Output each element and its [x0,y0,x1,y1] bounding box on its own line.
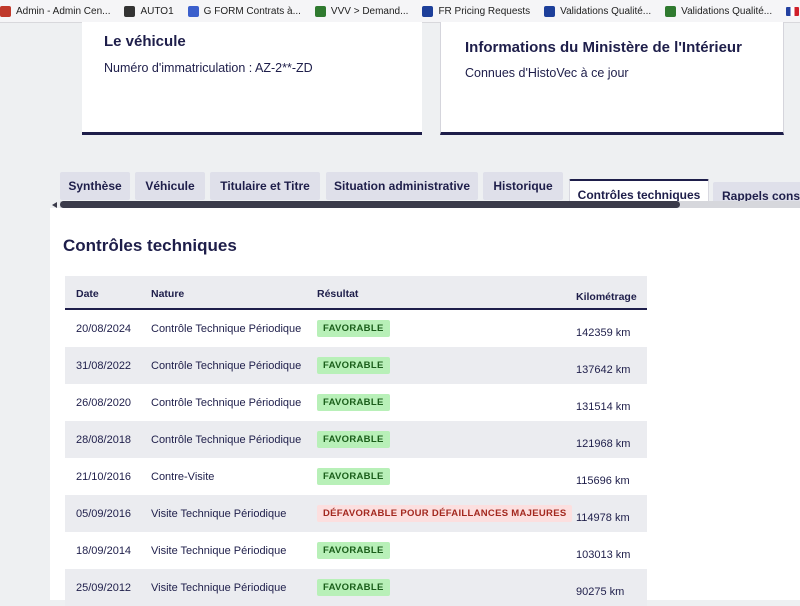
red-square-icon [0,5,11,17]
row-km: 103013 km [576,549,631,561]
bookmark-label: FR Pricing Requests [438,5,531,17]
bookmark-item[interactable]: AUTO1 [124,5,174,17]
bookmark-label: Validations Qualité... [681,5,773,17]
row-km: 90275 km [576,586,625,598]
ministry-card: Informations du Ministère de l'Intérieur… [440,22,784,135]
table-row: 21/10/2016 Contre-Visite FAVORABLE 115696 k… [65,458,647,495]
table-row: 26/08/2020 Contrôle Technique Périodique F… [65,384,647,421]
row-nature: Contrôle Technique Périodique [151,323,302,335]
column-header-date: Date [76,288,99,300]
row-km: 131514 km [576,401,631,413]
bookmark-item[interactable]: FR Pricing Requests [422,5,531,17]
result-badge: FAVORABLE [317,468,390,485]
table-row: 20/08/2024 Contrôle Technique Périodique F… [65,310,647,347]
section-title: Contrôles techniques [63,236,237,255]
table-row: 28/08/2018 Contrôle Technique Périodique F… [65,421,647,458]
column-header-nature: Nature [151,288,185,300]
tab-historique[interactable]: Historique [483,172,563,200]
row-km: 121968 km [576,438,631,450]
bookmark-item[interactable]: Validations Qualité... [665,5,773,17]
tab-vehicule[interactable]: Véhicule [135,172,205,200]
tab-synthese[interactable]: Synthèse [60,172,130,200]
row-nature: Contrôle Technique Périodique [151,434,302,446]
result-badge: FAVORABLE [317,542,390,559]
row-km: 137642 km [576,364,631,376]
ministry-card-subtitle: Connues d'HistoVec à ce jour [465,66,629,80]
bookmark-label: AUTO1 [140,5,174,17]
bookmark-item[interactable]: VVV > Demand... [314,5,409,17]
vehicle-card-title: Le véhicule [104,33,186,50]
row-date: 18/09/2014 [76,545,132,557]
bookmark-label: Validations Qualité... [560,5,652,17]
row-date: 05/09/2016 [76,508,132,520]
column-header-km: Kilométrage [576,291,637,303]
result-badge: FAVORABLE [317,320,390,337]
gform-icon [187,5,199,17]
row-nature: Contre-Visite [151,471,215,483]
table-row: 05/09/2016 Visite Technique Périodique DÉF… [65,495,647,532]
registration-number: Numéro d'immatriculation : AZ-2**-ZD [104,61,313,75]
table-row: 31/08/2022 Contrôle Technique Périodique F… [65,347,647,384]
row-km: 115696 km [576,475,630,487]
flag-icon [786,6,800,16]
square-icon [544,5,556,17]
result-badge: FAVORABLE [317,431,390,448]
row-date: 21/10/2016 [76,471,132,483]
row-nature: Contrôle Technique Périodique [151,360,302,372]
tabs-scrollbar-thumb[interactable] [60,201,680,208]
row-km: 114978 km [576,512,630,524]
table-header: Date Nature Résultat Kilométrage [65,276,647,310]
table-row: 18/09/2014 Visite Technique Périodique FAV… [65,532,647,569]
bookmark-label: G FORM Contrats à... [203,5,301,17]
technical-controls-panel: Contrôles techniques Date Nature Résulta… [50,208,800,606]
vehicle-card: Le véhicule Numéro d'immatriculation : A… [82,22,422,135]
square-icon [422,5,434,17]
bookmarks-bar: Admin - Admin Cen... AUTO1 G FORM Contrats… [0,0,800,23]
table-row: 25/09/2012 Visite Technique Périodique FAV… [65,569,647,606]
table-body: 20/08/2024 Contrôle Technique Périodique F… [65,310,647,606]
technical-controls-table: Date Nature Résultat Kilométrage 20/08/2… [65,276,647,606]
row-nature: Visite Technique Périodique [151,545,287,557]
book-icon [314,5,326,17]
row-nature: Visite Technique Périodique [151,508,287,520]
row-km: 142359 km [576,327,631,339]
result-badge: FAVORABLE [317,357,390,374]
row-nature: Visite Technique Périodique [151,582,287,594]
bookmark-item[interactable]: HistoVec - Accueil [786,6,800,17]
result-badge: DÉFAVORABLE POUR DÉFAILLANCES MAJEURES [317,505,573,522]
bookmark-label: VVV > Demand... [330,5,409,17]
bookmark-item[interactable]: Admin - Admin Cen... [0,5,111,17]
result-badge: FAVORABLE [317,579,390,596]
row-date: 26/08/2020 [76,397,132,409]
tab-situation-administrative[interactable]: Situation administrative [326,172,478,200]
row-nature: Contrôle Technique Périodique [151,397,302,409]
ministry-card-title: Informations du Ministère de l'Intérieur [465,39,742,56]
row-date: 28/08/2018 [76,434,132,446]
bookmark-label: Admin - Admin Cen... [16,5,111,17]
column-header-result: Résultat [317,288,359,300]
bookmark-item[interactable]: Validations Qualité... [544,5,652,17]
bookmark-item[interactable]: G FORM Contrats à... [187,5,301,17]
row-date: 31/08/2022 [76,360,132,372]
dark-square-icon [124,5,136,17]
book-icon [665,5,677,17]
vehicle-header: Le véhicule Numéro d'immatriculation : A… [82,22,784,137]
result-badge: FAVORABLE [317,394,390,411]
row-date: 25/09/2012 [76,582,132,594]
tab-titulaire-et-titre[interactable]: Titulaire et Titre [210,172,320,200]
row-date: 20/08/2024 [76,323,132,335]
